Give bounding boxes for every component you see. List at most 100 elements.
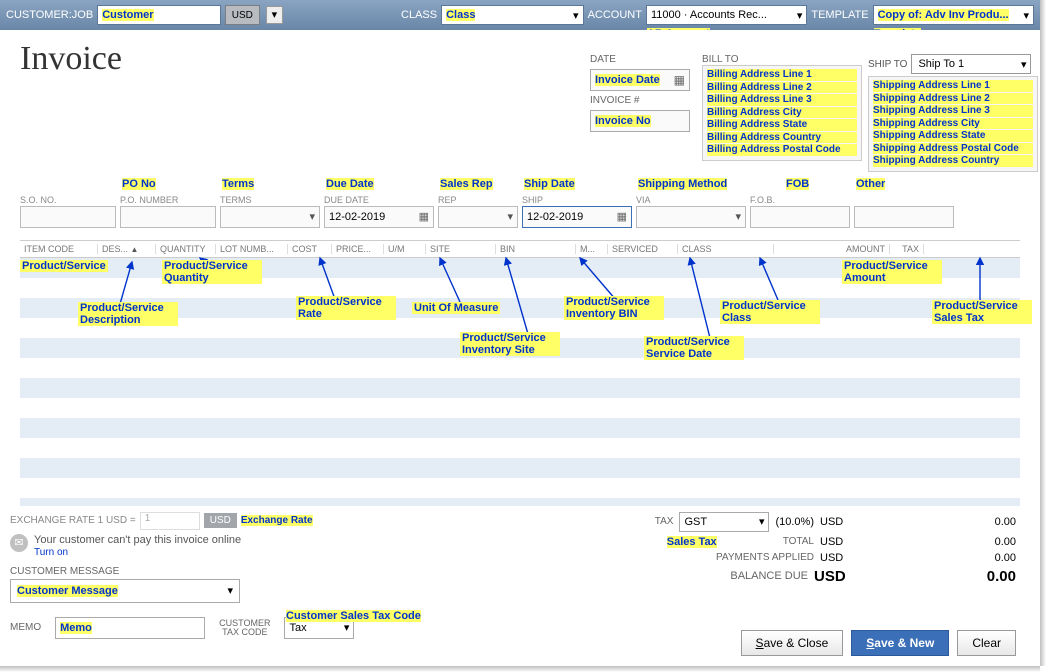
turn-on-link[interactable]: Turn on: [34, 547, 68, 558]
ship-date-field[interactable]: 12-02-2019▦: [522, 206, 632, 228]
customer-message-select[interactable]: Customer Message ▾: [10, 579, 240, 603]
col-item[interactable]: ITEM CODE: [20, 244, 98, 254]
col-um[interactable]: U/M: [384, 244, 426, 254]
exchange-currency: USD: [204, 513, 237, 528]
class-field[interactable]: Class ▾: [441, 5, 583, 25]
fob-field[interactable]: [750, 206, 850, 228]
fob-annot: FOB: [786, 178, 809, 190]
invoice-no-field[interactable]: Invoice No: [590, 110, 690, 132]
col-cost[interactable]: COST: [288, 244, 332, 254]
other-field[interactable]: [854, 206, 954, 228]
calendar-icon[interactable]: ▦: [419, 210, 429, 223]
other-annot: Other: [856, 178, 885, 190]
customer-job-label: CUSTOMER:JOB: [6, 9, 93, 21]
tax-select[interactable]: GST▾: [679, 512, 769, 532]
col-class[interactable]: CLASS: [678, 244, 774, 254]
col-des[interactable]: DES... ▲: [98, 244, 156, 254]
exchange-rate-label: EXCHANGE RATE 1 USD =: [10, 515, 136, 526]
chevron-down-icon: ▾: [759, 515, 765, 528]
chevron-down-icon[interactable]: ▾: [735, 210, 741, 223]
customer-job-field[interactable]: Customer: [97, 5, 221, 25]
invoice-date-field[interactable]: Invoice Date ▦: [590, 69, 690, 91]
template-label: TEMPLATE: [811, 9, 868, 21]
save-new-button[interactable]: Save & New: [851, 630, 949, 656]
terms-field[interactable]: ▾: [220, 206, 320, 228]
total-currency: USD: [820, 536, 860, 548]
save-close-button[interactable]: Save & Close: [741, 630, 844, 656]
invoice-no-label: INVOICE #: [590, 95, 690, 106]
table-body[interactable]: [20, 258, 1020, 506]
due-date-field[interactable]: 12-02-2019▦: [324, 206, 434, 228]
col-site[interactable]: SITE: [426, 244, 496, 254]
chevron-down-icon: ▾: [1023, 9, 1029, 22]
payments-label: PAYMENTS APPLIED: [716, 552, 814, 563]
so-no-field[interactable]: [20, 206, 116, 228]
col-price[interactable]: PRICE...: [332, 244, 384, 254]
sales-tax-annot: Sales Tax: [667, 536, 717, 548]
cust-tax-code-annot: Customer Sales Tax Code: [286, 610, 421, 622]
rep-label: REP: [438, 195, 457, 205]
total-amount: 0.00: [866, 536, 1016, 548]
balance-currency: USD: [814, 568, 860, 585]
ship-label: SHIP: [522, 195, 543, 205]
col-amount[interactable]: AMOUNT: [774, 244, 890, 254]
chevron-down-icon: ▾: [573, 9, 579, 22]
ship-to-label: SHIP TO: [868, 59, 907, 70]
due-date-label: DUE DATE: [324, 195, 369, 205]
ship-to-address[interactable]: Shipping Address Line 1 Shipping Address…: [868, 76, 1038, 172]
total-label: TOTAL: [783, 536, 814, 547]
chevron-down-icon[interactable]: ▾: [309, 210, 315, 223]
po-no-label: P.O. NUMBER: [120, 195, 178, 205]
calendar-icon[interactable]: ▦: [617, 210, 627, 223]
col-serviced[interactable]: SERVICED: [608, 244, 678, 254]
ship-to-select[interactable]: Ship To 1: [911, 54, 1031, 74]
sort-up-icon: ▲: [131, 245, 139, 254]
col-bin[interactable]: BIN: [496, 244, 576, 254]
terms-label: TERMS: [220, 195, 252, 205]
rep-annot: Sales Rep: [440, 178, 493, 190]
template-field[interactable]: Copy of: Adv Inv Produ... ▾ Template: [873, 5, 1034, 25]
memo-field[interactable]: Memo: [55, 617, 205, 639]
exchange-annot: Exchange Rate: [241, 515, 313, 526]
currency-dropdown-icon[interactable]: ▾: [266, 6, 283, 24]
ship-annot: Ship Date: [524, 178, 575, 190]
account-field[interactable]: 11000 · Accounts Rec... ▾ AR Account: [646, 5, 807, 25]
po-no-field[interactable]: [120, 206, 216, 228]
exchange-rate-field[interactable]: 1: [140, 512, 200, 530]
calendar-icon[interactable]: ▦: [674, 73, 685, 87]
via-label: VIA: [636, 195, 651, 205]
tax-rate: (10.0%): [775, 516, 814, 528]
col-lot[interactable]: LOT NUMB...: [216, 244, 288, 254]
tax-label: TAX: [655, 516, 674, 527]
rep-field[interactable]: ▾: [438, 206, 518, 228]
fob-label: F.O.B.: [750, 195, 775, 205]
bill-to-address[interactable]: Billing Address Line 1 Billing Address L…: [702, 65, 862, 161]
tax-amount: 0.00: [866, 516, 1016, 528]
date-label: DATE: [590, 54, 690, 65]
so-no-label: S.O. NO.: [20, 195, 57, 205]
payments-currency: USD: [820, 552, 860, 564]
via-field[interactable]: ▾: [636, 206, 746, 228]
account-label: ACCOUNT: [588, 9, 642, 21]
payments-amount: 0.00: [866, 552, 1016, 564]
due-date-annot: Due Date: [326, 178, 374, 190]
balance-label: BALANCE DUE: [730, 570, 808, 582]
tax-currency: USD: [820, 516, 860, 528]
class-label: CLASS: [401, 9, 437, 21]
currency-button[interactable]: USD: [225, 5, 260, 25]
chevron-down-icon: ▾: [797, 9, 803, 22]
balance-amount: 0.00: [866, 568, 1016, 585]
chevron-down-icon: ▾: [227, 584, 233, 597]
bill-to-label: BILL TO: [702, 54, 862, 65]
memo-label: MEMO: [10, 622, 41, 633]
col-qty[interactable]: QUANTITY: [156, 244, 216, 254]
pay-online-text: Your customer can't pay this invoice onl…: [34, 534, 241, 546]
col-m[interactable]: M...: [576, 244, 608, 254]
cust-tax-code-label2: TAX CODE: [222, 628, 267, 637]
info-icon: ✉: [10, 534, 28, 552]
chevron-down-icon[interactable]: ▾: [507, 210, 513, 223]
col-tax[interactable]: TAX: [890, 244, 924, 254]
clear-button[interactable]: Clear: [957, 630, 1016, 656]
via-annot: Shipping Method: [638, 178, 727, 190]
table-header: ITEM CODE DES... ▲ QUANTITY LOT NUMB... …: [20, 240, 1020, 258]
